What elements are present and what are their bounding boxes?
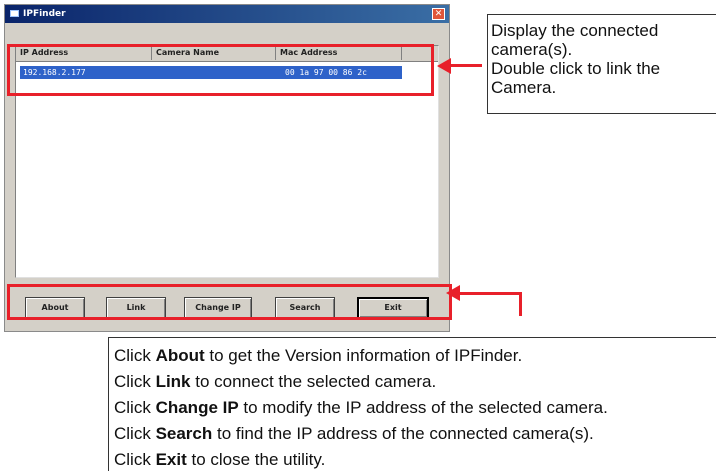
callout-line: camera(s). — [491, 40, 573, 59]
arrow-head-top-icon — [437, 58, 451, 74]
arrow-line-bottom-vertical — [519, 292, 522, 316]
callout-line-exit: Click Exit to close the utility. — [114, 450, 326, 469]
callout-buttons-description: Click About to get the Version informati… — [108, 337, 716, 471]
callout-list-description: Display the connected camera(s). Double … — [487, 14, 716, 114]
callout-line: Double click to link the — [491, 59, 661, 78]
callout-line: Display the connected — [491, 21, 659, 40]
callout-line: Camera. — [491, 78, 557, 97]
callout-line-change-ip: Click Change IP to modify the IP address… — [114, 398, 608, 417]
arrow-head-bottom-icon — [446, 285, 460, 301]
callout-line-link: Click Link to connect the selected camer… — [114, 372, 437, 391]
callout-line-search: Click Search to find the IP address of t… — [114, 424, 594, 443]
list-highlight-box — [7, 44, 434, 96]
app-icon — [10, 10, 19, 17]
arrow-line-bottom-horizontal — [460, 292, 522, 295]
callout-line-about: Click About to get the Version informati… — [114, 346, 523, 365]
window-title: IPFinder — [23, 9, 66, 19]
buttons-highlight-box — [7, 284, 452, 320]
title-bar[interactable]: IPFinder ✕ — [5, 5, 449, 23]
close-button[interactable]: ✕ — [432, 8, 445, 20]
arrow-line-top — [450, 64, 482, 67]
